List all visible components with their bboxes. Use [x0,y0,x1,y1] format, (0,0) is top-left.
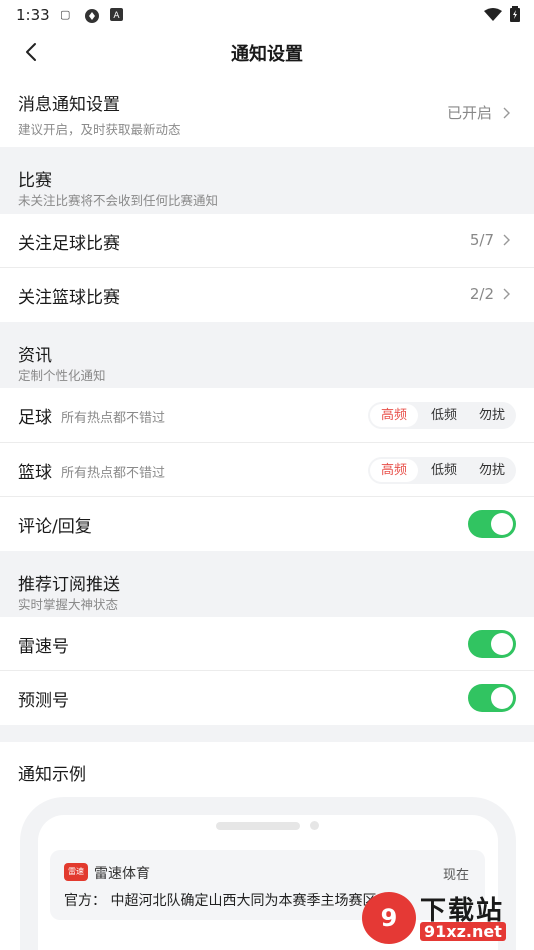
follow-football-label: 关注足球比赛 [18,234,120,254]
news-basketball-row: 篮球 所有热点都不错过 高频 低频 勿扰 [0,443,534,497]
notification-message: 官方： 中超河北队确定山西大同为本赛季主场赛区 [64,893,377,909]
nfc-icon [84,8,100,27]
match-section-title: 比赛 [18,171,52,191]
chevron-right-icon [503,234,510,246]
prediction-account-toggle[interactable] [468,684,516,712]
option-high[interactable]: 高频 [370,459,418,482]
cn-icon: ▢ [60,8,71,21]
watermark-logo-icon: 9 [362,892,416,944]
status-time: 1:33 [16,6,50,24]
leisu-account-row: 雷速号 [0,617,534,671]
message-notification-value: 已开启 [446,104,492,122]
a-icon: A [110,8,123,24]
news-football-row: 足球 所有热点都不错过 高频 低频 勿扰 [0,388,534,442]
news-section-header: 资讯 定制个性化通知 [0,322,534,388]
follow-football-value: 5/7 [469,231,494,249]
comment-reply-label: 评论/回复 [18,517,92,537]
subscribe-section-header: 推荐订阅推送 实时掌握大神状态 [0,551,534,617]
match-section-header: 比赛 未关注比赛将不会收到任何比赛通知 [0,147,534,214]
watermark: 9 下载站 91xz.net [360,888,530,948]
wifi-icon [484,7,502,26]
page-title: 通知设置 [231,44,303,65]
follow-basketball-label: 关注篮球比赛 [18,288,120,308]
news-basketball-label: 篮球 [18,463,52,483]
phone-notch [216,822,300,830]
prediction-account-label: 预测号 [18,691,69,711]
leisu-account-label: 雷速号 [18,637,69,657]
notification-app-name: 雷速体育 [94,866,150,882]
chevron-right-icon [503,288,510,300]
watermark-bottom: 91xz.net [420,922,506,941]
option-low[interactable]: 低频 [420,457,468,484]
message-notification-sub: 建议开启，及时获取最新动态 [18,122,181,137]
frequency-selector: 高频 低频 勿扰 [368,402,516,429]
follow-football-row[interactable]: 关注足球比赛 5/7 [0,214,534,268]
news-section-sub: 定制个性化通知 [18,368,106,383]
option-mute[interactable]: 勿扰 [468,402,516,429]
leisu-account-toggle[interactable] [468,630,516,658]
message-notification-label: 消息通知设置 [18,95,120,115]
frequency-selector: 高频 低频 勿扰 [368,457,516,484]
toggle-knob [491,687,513,709]
app-logo-icon: 雷速 [64,863,88,881]
news-basketball-sub: 所有热点都不错过 [61,466,166,481]
phone-camera [310,821,319,830]
toggle-knob [491,633,513,655]
news-football-label: 足球 [18,408,52,428]
comment-reply-row: 评论/回复 [0,497,534,551]
status-bar: 1:33 ▢ A [0,0,534,30]
message-notification-row[interactable]: 消息通知设置 建议开启，及时获取最新动态 已开启 [0,74,534,147]
subscribe-section-title: 推荐订阅推送 [18,575,120,595]
toggle-knob [491,513,513,535]
option-mute[interactable]: 勿扰 [468,457,516,484]
svg-text:A: A [113,11,120,21]
news-football-sub: 所有热点都不错过 [61,411,166,426]
news-section-title: 资讯 [18,346,52,366]
nav-bar: 通知设置 [0,30,534,74]
follow-basketball-value: 2/2 [469,285,494,303]
match-section-sub: 未关注比赛将不会收到任何比赛通知 [18,193,219,208]
battery-icon [510,6,520,26]
option-high[interactable]: 高频 [370,404,418,427]
prediction-account-row: 预测号 [0,671,534,725]
notification-example-title: 通知示例 [18,765,86,785]
comment-reply-toggle[interactable] [468,510,516,538]
follow-basketball-row[interactable]: 关注篮球比赛 2/2 [0,268,534,322]
notification-time: 现在 [442,868,469,883]
chevron-right-icon [503,107,510,118]
option-low[interactable]: 低频 [420,402,468,429]
subscribe-section-sub: 实时掌握大神状态 [18,597,119,612]
